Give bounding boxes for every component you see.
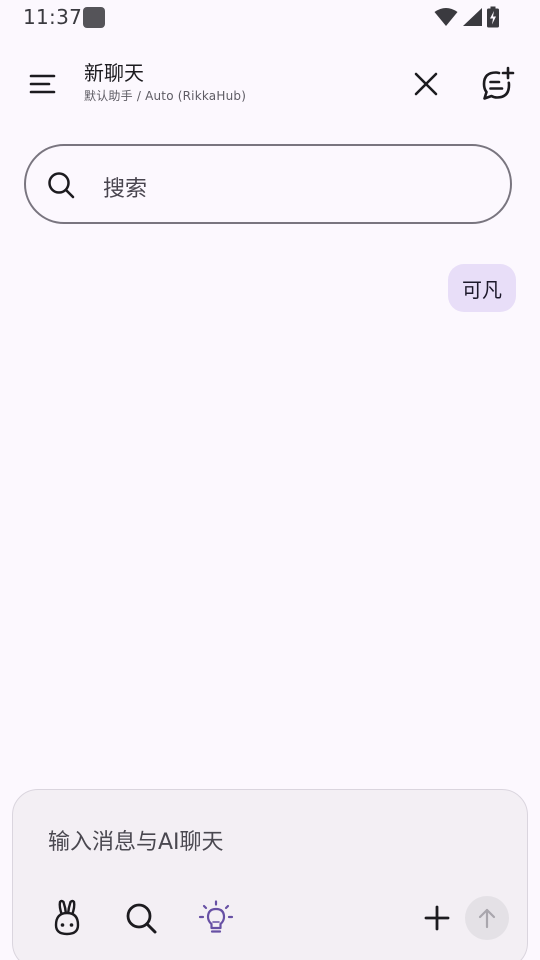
- arrow-up-icon: [478, 908, 496, 929]
- model-select-button[interactable]: [47, 898, 87, 938]
- battery-charging-icon: [487, 6, 499, 28]
- add-attachment-button[interactable]: [417, 898, 457, 938]
- web-search-button[interactable]: [121, 898, 161, 938]
- search-icon: [48, 172, 75, 199]
- status-icons: [434, 6, 500, 28]
- chat-subtitle: 默认助手 / Auto (RikkaHub): [84, 89, 247, 103]
- search-placeholder: 搜索: [103, 177, 148, 202]
- new-chat-icon: [482, 66, 515, 100]
- send-button[interactable]: [465, 896, 509, 940]
- close-icon: [414, 72, 438, 96]
- status-time: 11:37: [23, 5, 83, 29]
- menu-button[interactable]: [22, 64, 62, 104]
- user-message-text: 可凡: [462, 277, 502, 302]
- chat-title-area[interactable]: 新聊天 默认助手 / Auto (RikkaHub): [84, 60, 246, 104]
- model-rabbit-icon: [54, 899, 80, 936]
- signal-icon: [463, 8, 482, 26]
- notification-app-icon: [83, 7, 105, 28]
- close-button[interactable]: [406, 64, 446, 104]
- user-message-bubble[interactable]: 可凡: [448, 264, 516, 312]
- reasoning-button[interactable]: [196, 898, 236, 938]
- chat-title: 新聊天: [84, 61, 144, 85]
- reasoning-bulb-icon: [198, 900, 234, 933]
- chat-screen: 11:37 新聊天 默认助手 / Auto (RikkaHub) 搜索 可凡 输…: [0, 0, 540, 960]
- message-composer: 输入消息与AI聊天: [12, 789, 528, 960]
- search-input[interactable]: 搜索: [24, 144, 512, 224]
- message-input[interactable]: 输入消息与AI聊天: [48, 824, 224, 856]
- menu-icon: [29, 74, 56, 94]
- add-icon: [424, 905, 450, 931]
- new-chat-button[interactable]: [477, 63, 519, 105]
- web-search-icon: [126, 903, 157, 934]
- wifi-icon: [434, 8, 458, 26]
- top-app-bar: 新聊天 默认助手 / Auto (RikkaHub): [0, 56, 540, 112]
- status-bar: 11:37: [0, 0, 540, 34]
